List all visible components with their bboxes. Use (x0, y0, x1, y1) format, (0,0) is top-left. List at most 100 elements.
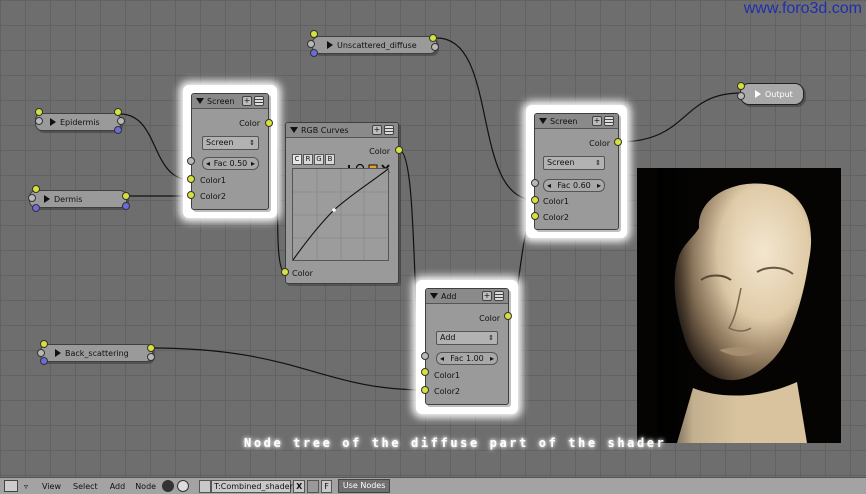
dermis-socket-color-in[interactable] (32, 185, 40, 193)
menu-select[interactable]: Select (73, 482, 98, 491)
expand-icon[interactable] (755, 90, 761, 98)
unscattered-socket-vector-in[interactable] (310, 49, 318, 57)
node-header[interactable]: RGB Curves + (286, 123, 398, 138)
dermis-socket-vector-in[interactable] (32, 204, 40, 212)
menu-icon[interactable] (384, 125, 394, 135)
screen2-socket-color-out[interactable] (614, 138, 622, 146)
node-unscattered-diffuse[interactable]: Unscattered_diffuse (312, 36, 437, 54)
screen2-socket-fac-in[interactable] (531, 179, 539, 187)
use-nodes-toggle[interactable]: Use Nodes (337, 479, 391, 493)
plus-icon[interactable]: + (482, 291, 492, 301)
rgb-curves-socket-color-out[interactable] (395, 146, 403, 154)
node-add[interactable]: Add + Color Add ⇕ ◂ Fac 1.00 ▸ Color1 Co… (425, 288, 509, 405)
car-icon[interactable] (307, 479, 320, 493)
unlink-material-button[interactable]: X (293, 479, 306, 493)
node-screen-2[interactable]: Screen + Color Screen ⇕ ◂ Fac 0.60 ▸ Col… (534, 113, 619, 230)
node-header[interactable]: Screen + (535, 114, 618, 129)
node-epidermis[interactable]: Epidermis (35, 113, 121, 131)
material-browse-icon[interactable] (199, 479, 212, 493)
expand-icon[interactable] (50, 118, 56, 126)
menu-node[interactable]: Node (135, 482, 156, 491)
node-dermis[interactable]: Dermis (29, 190, 127, 208)
unscattered-socket-value-in[interactable] (307, 40, 315, 48)
node-output[interactable]: Output (740, 83, 804, 105)
back-scattering-socket-value-in[interactable] (37, 349, 45, 357)
screen1-socket-fac-in[interactable] (187, 157, 195, 165)
menu-add[interactable]: Add (110, 482, 126, 491)
epidermis-socket-vector-out[interactable] (114, 126, 122, 134)
plus-icon[interactable]: + (372, 125, 382, 135)
back-scattering-socket-color-in[interactable] (40, 340, 48, 348)
add-socket-fac-in[interactable] (421, 352, 429, 360)
rgb-curves-socket-color-in[interactable] (281, 268, 289, 276)
curve-control-point[interactable] (332, 208, 336, 212)
decrement-arrow-icon[interactable]: ◂ (440, 353, 444, 364)
collapse-menus-icon[interactable]: ▿ (24, 482, 28, 491)
increment-arrow-icon[interactable]: ▸ (251, 158, 255, 169)
screen2-socket-color1-in[interactable] (531, 196, 539, 204)
node-header[interactable]: Screen + (192, 94, 268, 109)
tab-c[interactable]: C (292, 154, 302, 165)
screen1-socket-color1-in[interactable] (187, 175, 195, 183)
collapse-icon[interactable] (290, 127, 298, 133)
output-socket-color-in[interactable] (737, 82, 745, 90)
screen1-socket-color2-in[interactable] (187, 191, 195, 199)
back-scattering-socket-value-out[interactable] (147, 353, 155, 361)
screen2-socket-color2-in[interactable] (531, 212, 539, 220)
dermis-socket-vector-out[interactable] (122, 202, 130, 210)
unscattered-socket-value-out[interactable] (431, 43, 439, 51)
add-socket-color1-in[interactable] (421, 368, 429, 376)
node-back-scattering[interactable]: Back_scattering (40, 344, 153, 362)
unscattered-socket-color-in[interactable] (310, 30, 318, 38)
curve-editor[interactable] (292, 168, 389, 261)
blend-mode-select[interactable]: Add ⇕ (436, 331, 498, 345)
material-name-field[interactable]: T:Combined_shaders (211, 479, 297, 493)
collapse-icon[interactable] (196, 98, 204, 104)
add-socket-color2-in[interactable] (421, 386, 429, 394)
epidermis-socket-value-in[interactable] (35, 117, 43, 125)
node-rgb-curves[interactable]: RGB Curves + Color C R G B Color (285, 122, 399, 284)
node-screen-1[interactable]: Screen + Color Screen ⇕ ◂ Fac 0.50 ▸ Col… (191, 93, 269, 210)
composite-icon[interactable] (177, 480, 190, 492)
plus-icon[interactable]: + (242, 96, 252, 106)
increment-arrow-icon[interactable]: ▸ (597, 180, 601, 191)
fac-field[interactable]: ◂ Fac 0.60 ▸ (543, 179, 605, 192)
unscattered-socket-color-out[interactable] (429, 34, 437, 42)
epidermis-socket-color-out[interactable] (114, 108, 122, 116)
screen1-socket-color-out[interactable] (265, 119, 273, 127)
input-color-label: Color (292, 269, 313, 278)
menu-icon[interactable] (254, 96, 264, 106)
curve-graph[interactable] (292, 168, 389, 261)
decrement-arrow-icon[interactable]: ◂ (206, 158, 210, 169)
expand-icon[interactable] (327, 41, 333, 49)
collapse-icon[interactable] (539, 118, 547, 124)
dermis-socket-value-in[interactable] (28, 194, 36, 202)
expand-icon[interactable] (44, 195, 50, 203)
dermis-socket-color-out[interactable] (122, 192, 130, 200)
node-header[interactable]: Add + (426, 289, 508, 304)
add-socket-color-out[interactable] (504, 312, 512, 320)
back-scattering-socket-vector-in[interactable] (40, 357, 48, 365)
plus-icon[interactable]: + (592, 116, 602, 126)
menu-icon[interactable] (494, 291, 504, 301)
increment-arrow-icon[interactable]: ▸ (490, 353, 494, 364)
tab-r[interactable]: R (303, 154, 313, 165)
collapse-icon[interactable] (430, 293, 438, 299)
blend-mode-select[interactable]: Screen ⇕ (202, 136, 259, 150)
back-scattering-socket-color-out[interactable] (147, 344, 155, 352)
epidermis-socket-color-in[interactable] (35, 108, 43, 116)
output-socket-value-in[interactable] (737, 92, 745, 100)
menu-view[interactable]: View (42, 482, 61, 491)
editor-type-icon[interactable] (4, 480, 18, 492)
epidermis-socket-value-out[interactable] (117, 117, 125, 125)
menu-icon[interactable] (604, 116, 614, 126)
fake-user-button[interactable]: F (321, 479, 332, 493)
blend-mode-select[interactable]: Screen ⇕ (543, 156, 605, 170)
material-sphere-icon[interactable] (162, 480, 175, 492)
fac-field[interactable]: ◂ Fac 0.50 ▸ (202, 157, 259, 170)
decrement-arrow-icon[interactable]: ◂ (547, 180, 551, 191)
tab-g[interactable]: G (314, 154, 324, 165)
expand-icon[interactable] (55, 349, 61, 357)
fac-field[interactable]: ◂ Fac 1.00 ▸ (436, 352, 498, 365)
tab-b[interactable]: B (325, 154, 335, 165)
